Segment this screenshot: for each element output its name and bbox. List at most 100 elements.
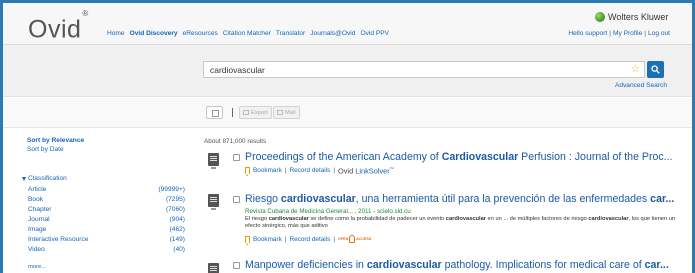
snippet-highlight: cardiovascular <box>445 216 486 222</box>
trademark-mark: ™ <box>389 166 394 171</box>
nav-ovid-ppv[interactable]: Ovid PPV <box>360 30 389 37</box>
document-icon <box>208 153 219 169</box>
separator: | <box>284 235 287 243</box>
record-details-link[interactable]: Record details <box>289 167 330 174</box>
classification-label: Chapter <box>28 206 52 213</box>
sort-by-relevance-link[interactable]: Sort by Relevance <box>27 137 84 144</box>
ovid-label: Ovid <box>337 166 354 176</box>
result-checkbox[interactable] <box>233 262 240 269</box>
results-toolbar: Export Mail <box>3 98 692 128</box>
hello-support-link[interactable]: Hello support <box>568 30 607 37</box>
search-input[interactable] <box>210 64 620 76</box>
classification-label: Interactive Resource <box>28 236 89 243</box>
advanced-search-link[interactable]: Advanced Search <box>615 82 667 89</box>
open-lock-icon <box>349 235 356 243</box>
main-nav: Home Ovid Discovery eResources Citation … <box>107 30 389 37</box>
nav-citation-matcher[interactable]: Citation Matcher <box>223 30 271 37</box>
title-highlight: cardiovascular <box>280 193 356 205</box>
ovid-linksolver-link[interactable]: Ovid LinkSolver™ <box>338 166 394 175</box>
snippet-highlight: cardiovascular <box>588 216 629 222</box>
classification-item-image[interactable]: Image (462) <box>28 226 185 233</box>
select-all-checkbox[interactable] <box>206 106 223 119</box>
linksolver-label: LinkSolver <box>355 166 390 176</box>
result-title-link[interactable]: Proceedings of the American Academy of C… <box>245 151 685 164</box>
bookmark-link[interactable]: Bookmark <box>253 167 282 174</box>
result-checkbox[interactable] <box>233 196 240 203</box>
title-text: Perfusion : Journal of the Proc... <box>518 151 673 163</box>
result-title-link[interactable]: Manpower deficiencies in cardiovascular … <box>245 259 685 272</box>
classification-count: (904) <box>169 216 185 223</box>
snippet-highlight: cardiovascular <box>268 216 309 222</box>
access-label: ACCESS <box>356 237 372 241</box>
nav-home[interactable]: Home <box>107 30 125 37</box>
snippet-text: se define como la probabilidad de padece… <box>308 216 446 222</box>
wolters-kluwer-logo-icon <box>595 12 605 22</box>
classification-label: Video <box>28 246 45 253</box>
logo-mark: ® <box>82 9 89 18</box>
result-checkbox[interactable] <box>233 154 240 161</box>
title-highlight: car... <box>650 193 675 205</box>
classification-item-chapter[interactable]: Chapter (7060) <box>28 206 185 213</box>
document-icon <box>208 263 219 273</box>
title-highlight: Cardiovascular <box>441 151 519 163</box>
bookmark-icon <box>245 167 250 177</box>
classification-count: (99999+) <box>158 186 185 193</box>
title-text: Manpower deficiencies in <box>245 259 367 271</box>
classification-count: (462) <box>169 226 185 233</box>
classification-item-book[interactable]: Book (7295) <box>28 196 185 203</box>
snippet-text: en un ... de múltiples factores de riesg… <box>485 216 589 222</box>
open-label: OPEN <box>337 237 349 241</box>
classification-label: Image <box>28 226 47 233</box>
triangle-down-icon <box>22 176 26 181</box>
wolters-kluwer-brand: Wolters Kluwer <box>595 12 668 22</box>
classification-label: Book <box>28 196 44 203</box>
app-frame: Ovid® Home Ovid Discovery eResources Cit… <box>3 3 692 273</box>
classification-label: Article <box>28 186 47 193</box>
result-title-link[interactable]: Riesgo cardiovascular, una herramienta ú… <box>245 193 685 206</box>
classification-more-link[interactable]: more... <box>28 264 46 270</box>
export-button[interactable]: Export <box>239 106 272 119</box>
separator: | <box>644 30 646 37</box>
star-icon[interactable]: ☆ <box>631 63 640 77</box>
separator: | <box>284 167 287 175</box>
record-details-link[interactable]: Record details <box>289 236 330 243</box>
bookmark-link[interactable]: Bookmark <box>253 236 282 243</box>
result-snippet: El riesgo cardiovascular se define como … <box>245 216 685 230</box>
nav-journals-ovid[interactable]: Journals@Ovid <box>310 30 355 37</box>
sort-by-date-link[interactable]: Sort by Date <box>27 146 64 153</box>
classification-label: Journal <box>28 216 50 223</box>
mail-button[interactable]: Mail <box>273 106 300 119</box>
classification-toggle[interactable]: Classification <box>22 175 67 182</box>
snippet-text: El riesgo <box>245 216 269 222</box>
open-access-badge[interactable]: OPEN ACCESS <box>338 235 371 243</box>
classification-item-journal[interactable]: Journal (904) <box>28 216 185 223</box>
title-text: Proceedings of the American Academy of <box>245 151 442 163</box>
top-header: Ovid® Home Ovid Discovery eResources Cit… <box>3 3 692 45</box>
toolbar-separator <box>232 108 233 117</box>
classification-item-interactive-resource[interactable]: Interactive Resource (149) <box>28 236 185 243</box>
document-icon <box>208 194 219 210</box>
logo-text: Ovid <box>28 15 82 44</box>
export-label: Export <box>251 109 268 116</box>
results-count: About 871,000 results <box>204 138 267 145</box>
export-icon <box>243 110 249 115</box>
title-highlight: car... <box>644 259 669 271</box>
ovid-logo[interactable]: Ovid® <box>28 9 89 44</box>
classification-item-video[interactable]: Video (40) <box>28 246 185 253</box>
classification-item-article[interactable]: Article (99999+) <box>28 186 185 193</box>
log-out-link[interactable]: Log out <box>648 30 670 37</box>
classification-count: (40) <box>173 246 185 253</box>
my-profile-link[interactable]: My Profile <box>613 30 642 37</box>
search-band: ☆ Advanced Search <box>3 45 692 97</box>
search-icon <box>651 65 660 74</box>
nav-ovid-discovery[interactable]: Ovid Discovery <box>130 30 178 37</box>
separator: | <box>333 235 335 243</box>
title-highlight: cardiovascular <box>366 259 442 271</box>
result-source: Revista Cubana de Medicina General... , … <box>245 208 411 215</box>
nav-translator[interactable]: Translator <box>276 30 305 37</box>
mail-icon <box>277 110 283 115</box>
nav-eresources[interactable]: eResources <box>183 30 218 37</box>
title-text: Riesgo <box>245 193 281 205</box>
separator: | <box>609 30 611 37</box>
search-button[interactable] <box>647 61 664 78</box>
